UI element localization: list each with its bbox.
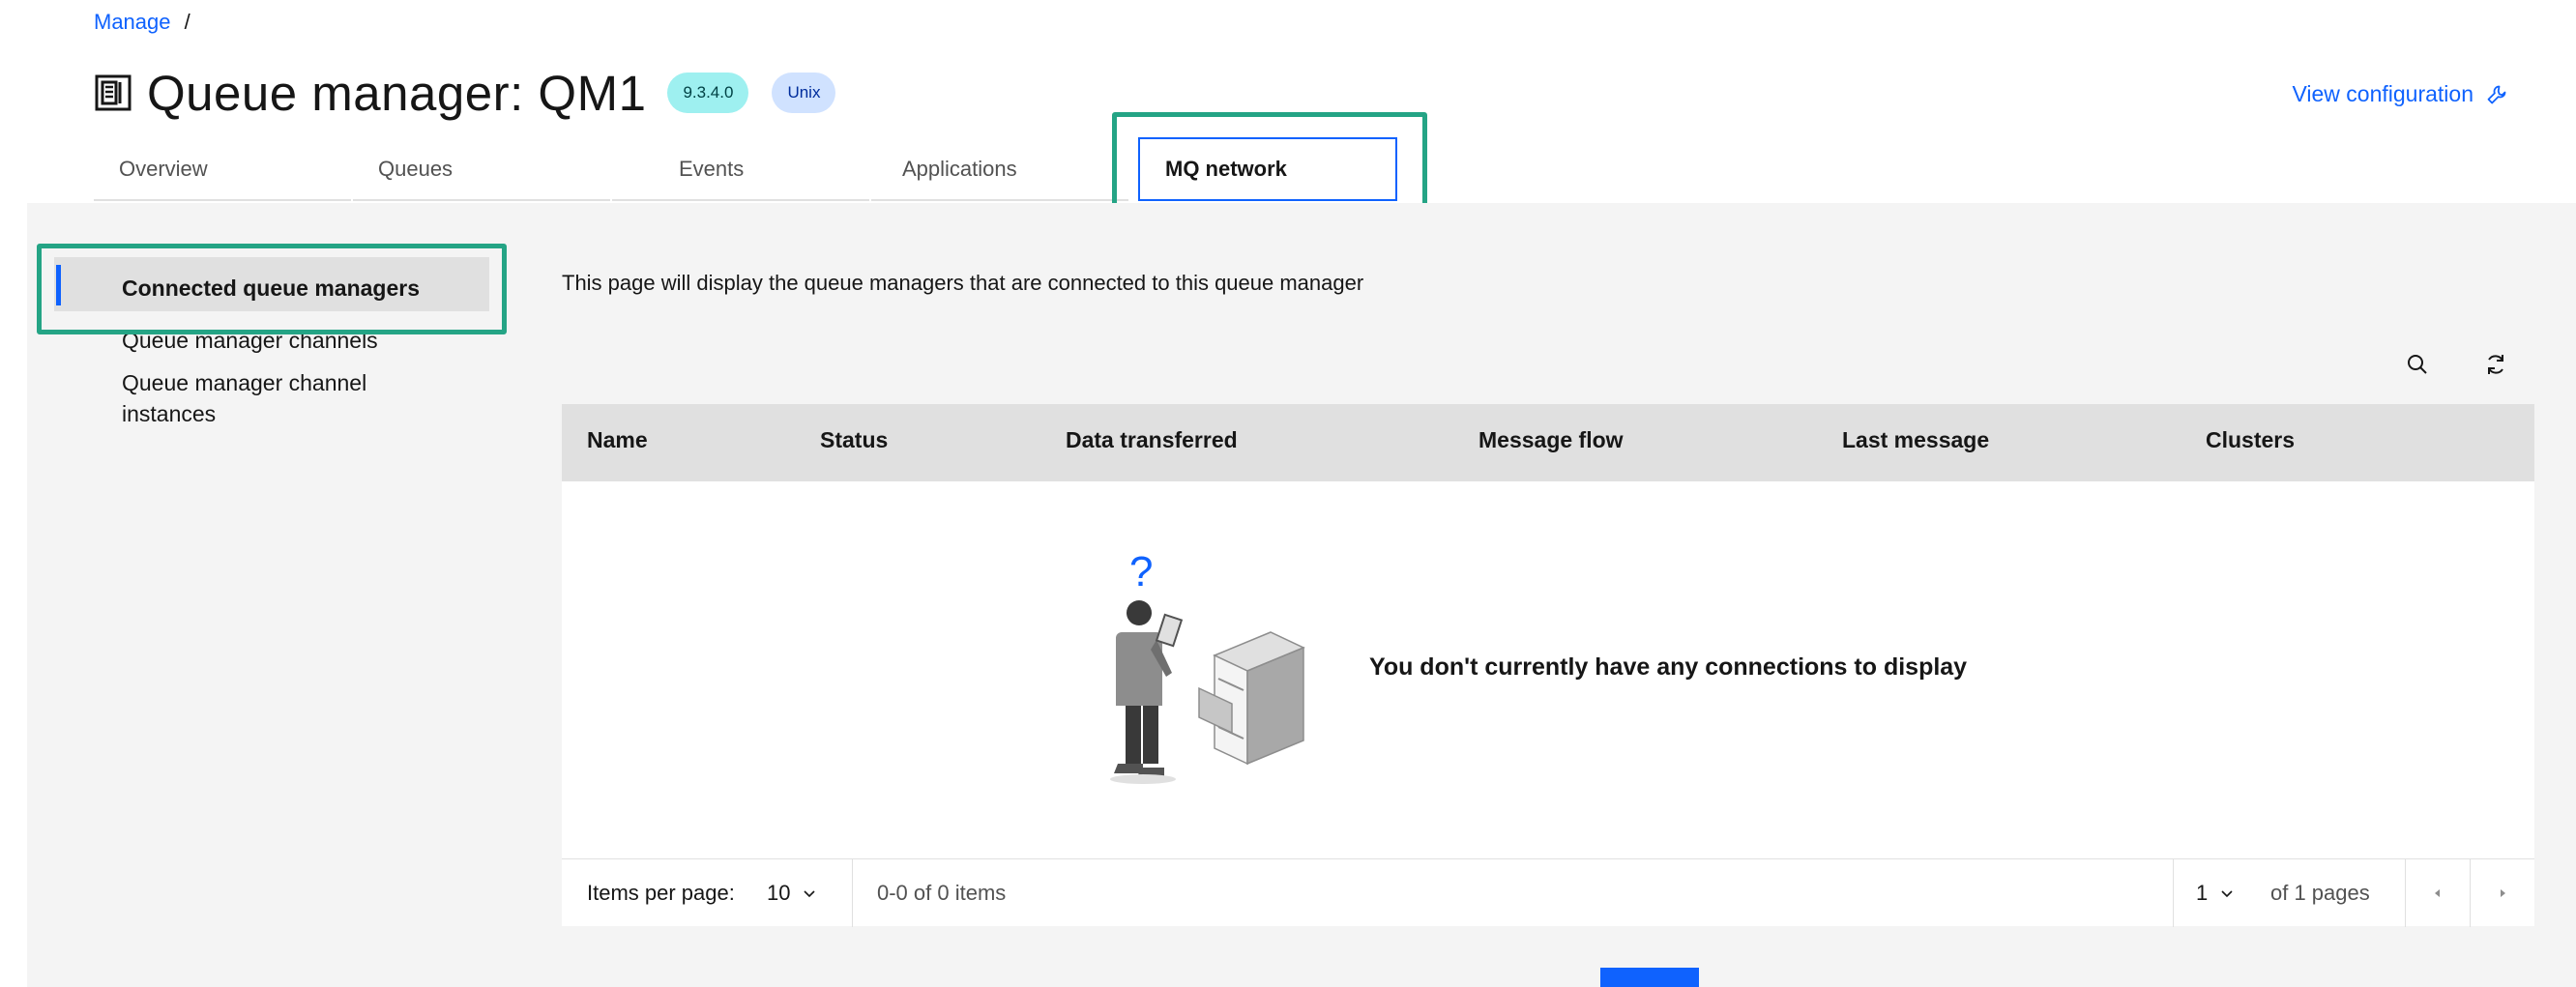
sidebar-item-connected-queue-managers[interactable]: Connected queue managers bbox=[54, 257, 489, 311]
chevron-down-icon bbox=[2221, 890, 2233, 898]
page-select[interactable]: 1 bbox=[2196, 859, 2235, 927]
tab-events[interactable]: Events bbox=[612, 145, 869, 201]
view-configuration-label: View configuration bbox=[2292, 81, 2474, 106]
tab-overview[interactable]: Overview bbox=[94, 145, 351, 201]
version-tag: 9.3.4.0 bbox=[667, 73, 749, 113]
column-data-transferred[interactable]: Data transferred bbox=[1066, 427, 1238, 453]
column-last-message[interactable]: Last message bbox=[1842, 427, 1989, 453]
connections-table: Name Status Data transferred Message flo… bbox=[562, 404, 2534, 927]
previous-page-button[interactable] bbox=[2406, 859, 2470, 927]
sidebar-item-queue-manager-channels[interactable]: Queue manager channels bbox=[54, 325, 378, 356]
column-name[interactable]: Name bbox=[587, 427, 648, 453]
tab-applications[interactable]: Applications bbox=[871, 145, 1128, 201]
breadcrumb-separator: / bbox=[184, 10, 190, 34]
tab-bar: Overview Queues Events Applications MQ n… bbox=[94, 137, 1419, 203]
view-configuration-link[interactable]: View configuration bbox=[2292, 81, 2508, 107]
breadcrumb-manage-link[interactable]: Manage bbox=[94, 10, 171, 34]
queue-manager-icon bbox=[95, 74, 132, 111]
tab-queues[interactable]: Queues bbox=[353, 145, 610, 201]
caret-left-icon bbox=[2435, 889, 2440, 897]
refresh-icon[interactable] bbox=[2481, 350, 2510, 379]
caret-right-icon bbox=[2501, 889, 2505, 897]
primary-action-button[interactable] bbox=[1600, 968, 1699, 987]
column-message-flow[interactable]: Message flow bbox=[1478, 427, 1624, 453]
items-per-page-value: 10 bbox=[767, 881, 791, 905]
current-page-value: 1 bbox=[2196, 881, 2209, 905]
question-mark-icon: ? bbox=[1129, 548, 1153, 595]
wrench-icon bbox=[2487, 85, 2506, 103]
column-status[interactable]: Status bbox=[820, 427, 888, 453]
next-page-button[interactable] bbox=[2471, 859, 2534, 927]
os-tag: Unix bbox=[772, 73, 836, 113]
empty-state-message: You don't currently have any connections… bbox=[1369, 653, 1968, 681]
column-clusters[interactable]: Clusters bbox=[2206, 427, 2295, 453]
pagination-bar: Items per page: 10 0-0 of 0 items 1 of 1… bbox=[562, 858, 2534, 927]
breadcrumb: Manage / bbox=[94, 10, 190, 35]
page-title: Queue manager: QM1 bbox=[147, 65, 647, 121]
tab-mq-network[interactable]: MQ network bbox=[1138, 137, 1397, 201]
items-per-page-label: Items per page: bbox=[587, 881, 735, 905]
items-per-page-select[interactable]: 10 bbox=[767, 859, 817, 927]
items-range-text: 0-0 of 0 items bbox=[877, 881, 1007, 905]
page-description: This page will display the queue manager… bbox=[562, 271, 1364, 295]
search-icon[interactable] bbox=[2403, 350, 2432, 379]
empty-state-illustration: ? bbox=[1110, 548, 1305, 784]
page-count-text: of 1 pages bbox=[2270, 881, 2370, 905]
table-header: Name Status Data transferred Message flo… bbox=[562, 404, 2534, 481]
page-header: Queue manager: QM1 9.3.4.0 Unix bbox=[95, 64, 836, 122]
sidebar-item-queue-manager-channel-instances[interactable]: Queue manager channel instances bbox=[54, 367, 460, 429]
chevron-down-icon bbox=[804, 890, 816, 898]
